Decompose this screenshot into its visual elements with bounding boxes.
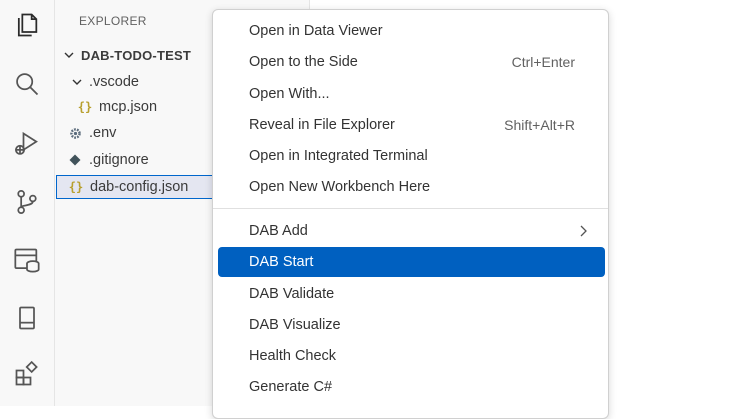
menu-item-dab-visualize[interactable]: DAB Visualize xyxy=(218,310,605,340)
menu-item-open-to-the-side[interactable]: Open to the Side Ctrl+Enter xyxy=(218,47,605,77)
database-icon[interactable] xyxy=(0,238,54,282)
menu-item-label: Reveal in File Explorer xyxy=(249,117,395,133)
chevron-down-icon xyxy=(61,47,77,63)
menu-item-label: Open New Workbench Here xyxy=(249,179,431,195)
root-folder-label: DAB-TODO-TEST xyxy=(81,47,191,63)
json-file-icon: {} xyxy=(68,180,84,194)
search-icon[interactable] xyxy=(0,62,54,106)
context-menu: Open in Data Viewer Open to the Side Ctr… xyxy=(212,9,609,419)
files-icon[interactable] xyxy=(0,3,54,47)
menu-item-label: Generate C# xyxy=(249,379,333,395)
source-control-icon[interactable] xyxy=(0,180,54,224)
tree-item-dab-config-json[interactable]: {} dab-config.json xyxy=(56,175,214,199)
gear-icon xyxy=(67,127,83,140)
menu-item-label: Open in Data Viewer xyxy=(249,23,383,39)
menu-item-dab-start[interactable]: DAB Start xyxy=(218,247,605,277)
tree-item-label: .env xyxy=(89,125,117,141)
menu-item-label: Open in Integrated Terminal xyxy=(249,148,428,164)
menu-item-open-new-workbench-here[interactable]: Open New Workbench Here xyxy=(218,172,605,202)
menu-item-health-check[interactable]: Health Check xyxy=(218,341,605,371)
explorer-title: EXPLORER xyxy=(79,14,147,28)
menu-item-dab-validate[interactable]: DAB Validate xyxy=(218,279,605,309)
extensions-icon[interactable] xyxy=(0,352,54,396)
menu-separator xyxy=(213,208,608,209)
run-debug-icon[interactable] xyxy=(0,122,54,166)
menu-item-open-in-integrated-terminal[interactable]: Open in Integrated Terminal xyxy=(218,141,605,171)
menu-item-shortcut: Ctrl+Enter xyxy=(511,54,575,70)
menu-item-label: DAB Start xyxy=(249,254,314,270)
panel-icon[interactable] xyxy=(0,296,54,340)
menu-item-label: DAB Validate xyxy=(249,286,335,302)
menu-item-label: Health Check xyxy=(249,348,337,364)
menu-item-label: Open With... xyxy=(249,86,330,102)
menu-item-generate-csharp[interactable]: Generate C# xyxy=(218,372,605,402)
menu-item-shortcut: Shift+Alt+R xyxy=(504,117,575,133)
menu-item-open-in-data-viewer[interactable]: Open in Data Viewer xyxy=(218,16,605,46)
chevron-right-icon xyxy=(580,225,587,237)
json-file-icon: {} xyxy=(77,100,93,114)
tree-item-label: dab-config.json xyxy=(90,179,189,195)
git-icon xyxy=(67,154,83,166)
tree-item-label: .vscode xyxy=(89,74,139,90)
menu-item-label: DAB Visualize xyxy=(249,317,341,333)
menu-item-reveal-in-file-explorer[interactable]: Reveal in File Explorer Shift+Alt+R xyxy=(218,110,605,140)
tree-item-label: mcp.json xyxy=(99,99,158,115)
menu-item-label: Open to the Side xyxy=(249,54,358,70)
chevron-down-icon xyxy=(69,74,85,90)
menu-item-open-with[interactable]: Open With... xyxy=(218,79,605,109)
activity-bar xyxy=(0,0,55,406)
menu-item-label: DAB Add xyxy=(249,223,308,239)
menu-item-dab-add[interactable]: DAB Add xyxy=(218,216,605,246)
tree-item-label: .gitignore xyxy=(89,152,149,168)
